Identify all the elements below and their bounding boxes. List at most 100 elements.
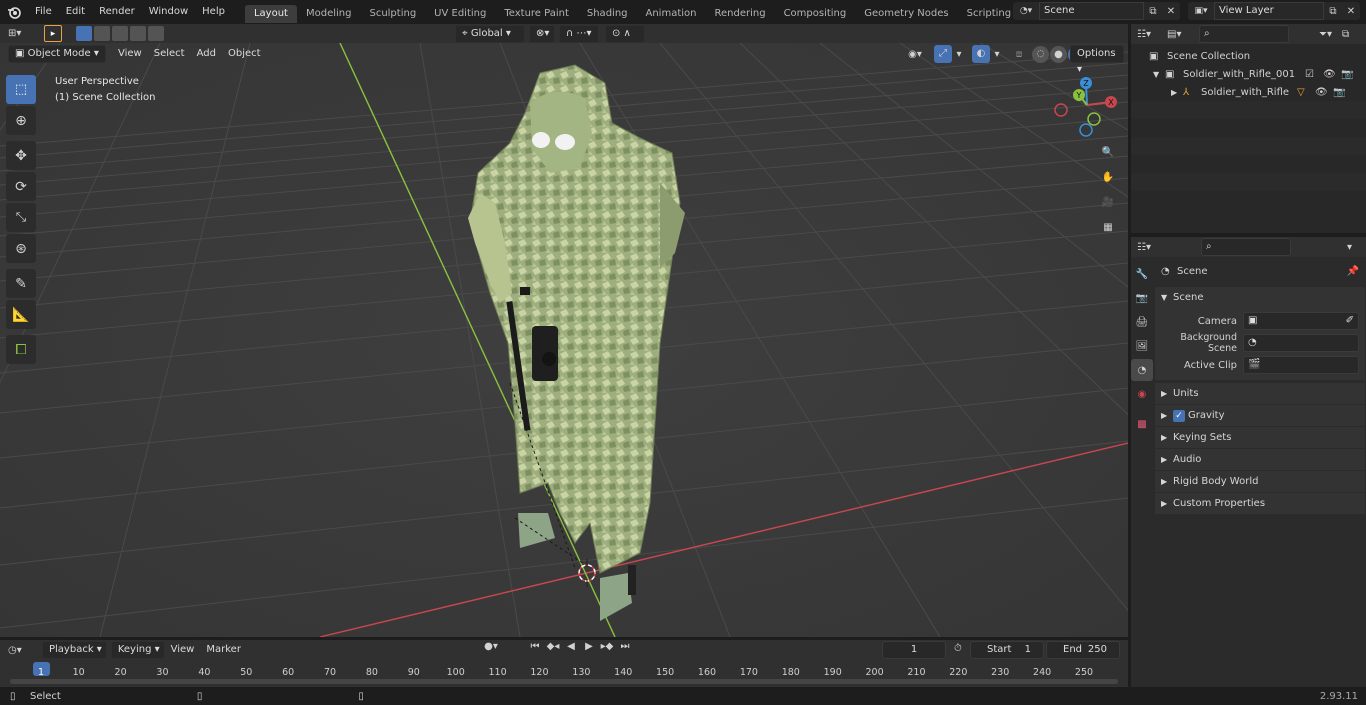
select-mode-intersect-icon[interactable] [148,26,164,41]
pin-icon[interactable]: 📌 [1347,266,1359,277]
scene-tab-icon[interactable]: ◔ [1131,359,1153,381]
tool-tab-icon[interactable]: 🔧 [1131,263,1153,285]
tab-shading[interactable]: Shading [578,5,637,23]
texture-tab-icon[interactable]: ▩ [1131,413,1153,435]
tab-modeling[interactable]: Modeling [297,5,361,23]
tool-measure[interactable]: 📐 [6,300,36,329]
camera-field[interactable]: ▣ ✐ [1243,312,1359,330]
scene-icon[interactable]: ◔▾ [1013,2,1039,20]
visibility-icon[interactable]: ◉▾ [902,49,928,60]
panel-gravity[interactable]: ▶ ✓ Gravity [1155,405,1365,426]
tab-animation[interactable]: Animation [637,5,706,23]
proportional-edit-dropdown[interactable]: ⊙ ∧ [605,25,645,43]
select-mode-subtract-icon[interactable] [112,26,128,41]
tool-cursor[interactable]: ⊕ [6,106,36,135]
select-mode-extend-icon[interactable] [94,26,110,41]
tool-scale[interactable]: ⤡ [6,203,36,232]
new-collection-icon[interactable]: ⧉ [1342,29,1349,40]
navigation-gizmo[interactable]: Z X Y [1050,74,1125,139]
outliner-editor-icon[interactable]: ☷▾ [1137,29,1163,40]
perspective-toggle-icon[interactable]: ▦ [1097,216,1119,238]
tab-texture-paint[interactable]: Texture Paint [495,5,578,23]
pivot-dropdown[interactable]: ⊗▾ [529,25,555,43]
gizmo-toggle-icon[interactable]: ⤢ [934,45,952,63]
outliner-row-scene-collection[interactable]: ▣ Scene Collection [1131,47,1366,65]
camera-view-icon[interactable]: 🎥 [1097,191,1119,213]
new-scene-icon[interactable]: ⧉ [1144,2,1162,20]
render-camera-icon[interactable]: 📷 [1333,87,1349,98]
outliner-row-object[interactable]: ▶ ⅄ Soldier_with_Rifle ▽ 👁 📷 [1131,83,1366,101]
panel-custom-properties[interactable]: ▶ Custom Properties [1155,493,1365,514]
select-tool-icon[interactable]: ▸ [44,25,62,42]
xray-toggle-icon[interactable]: ⧈ [1010,49,1028,60]
options-dropdown[interactable]: Options ▾ [1070,45,1124,75]
view-layer-field[interactable]: View Layer [1214,2,1324,20]
panel-keying-sets[interactable]: ▶ Keying Sets [1155,427,1365,448]
output-tab-icon[interactable]: 🖨 [1131,311,1153,333]
menu-edit[interactable]: Edit [59,0,92,24]
gizmo-neg-y-handle[interactable] [1087,112,1101,126]
gravity-checkbox[interactable]: ✓ [1173,409,1185,422]
select-mode-invert-icon[interactable] [130,26,146,41]
gizmo-neg-x-handle[interactable] [1054,103,1068,117]
tab-compositing[interactable]: Compositing [775,5,856,23]
panel-rigid-body-world[interactable]: ▶ Rigid Body World [1155,471,1365,492]
tab-layout[interactable]: Layout [244,4,297,23]
view-layer-icon[interactable]: ▣▾ [1188,2,1214,20]
scene-name-field[interactable]: Scene [1039,2,1144,20]
tool-add-cube[interactable]: ⧠ [6,335,36,364]
menu-file[interactable]: File [28,0,59,24]
timeline-scrollbar[interactable] [10,679,1118,684]
eyedropper-icon[interactable]: ✐ [1346,313,1354,329]
editor-type-icon[interactable]: ⊞▾ [8,28,36,39]
gizmo-neg-z-handle[interactable] [1079,123,1093,137]
render-tab-icon[interactable]: 📷 [1131,287,1153,309]
tab-sculpting[interactable]: Sculpting [360,5,425,23]
panel-audio[interactable]: ▶ Audio [1155,449,1365,470]
viewport-menu-add[interactable]: Add [191,45,222,63]
gizmo-dropdown-icon[interactable]: ▾ [952,49,966,60]
world-tab-icon[interactable]: ◉ [1131,383,1153,405]
eye-icon[interactable]: 👁 [1315,87,1333,98]
snap-dropdown[interactable]: ∩ ⋯▾ [559,25,599,43]
menu-window[interactable]: Window [142,0,195,24]
shading-solid-icon[interactable]: ● [1050,45,1067,63]
delete-scene-icon[interactable]: ✕ [1162,2,1180,20]
menu-help[interactable]: Help [195,0,232,24]
blender-logo-icon[interactable] [0,0,28,24]
properties-editor-icon[interactable]: ☷▾ [1137,242,1163,253]
tab-geometry-nodes[interactable]: Geometry Nodes [855,5,957,23]
exclude-checkbox-icon[interactable]: ☑ [1305,69,1323,80]
3d-viewport[interactable] [0,43,1128,637]
properties-options-icon[interactable]: ▾ [1347,242,1352,253]
tool-rotate[interactable]: ⟳ [6,172,36,201]
select-mode-new-icon[interactable] [76,26,92,41]
viewport-menu-view[interactable]: View [112,45,148,63]
delete-view-layer-icon[interactable]: ✕ [1342,2,1360,20]
orientation-dropdown[interactable]: ⌖ Global ▾ [455,25,525,43]
viewport-menu-select[interactable]: Select [148,45,191,63]
outliner-row-collection[interactable]: ▼ ▣ Soldier_with_Rifle_001 ☑ 👁 📷 [1131,65,1366,83]
panel-units[interactable]: ▶ Units [1155,383,1365,404]
tool-select-box[interactable]: ⬚ [6,75,36,104]
mode-dropdown[interactable]: ▣ Object Mode ▾ [8,45,106,63]
view-layer-tab-icon[interactable]: 🖼 [1131,335,1153,357]
menu-render[interactable]: Render [92,0,142,24]
panel-scene-header[interactable]: ▼ Scene [1155,287,1365,308]
shading-wireframe-icon[interactable]: ◌ [1032,45,1049,63]
tool-annotate[interactable]: ✎ [6,269,36,298]
expand-arrow-icon[interactable]: ▼ [1153,70,1165,79]
filter-icon[interactable]: ⏷▾ [1319,29,1332,40]
tab-scripting[interactable]: Scripting [958,5,1020,23]
outliner-search[interactable]: ⌕ [1199,25,1289,43]
pan-hand-icon[interactable]: ✋ [1097,166,1119,188]
background-scene-field[interactable]: ◔ [1243,334,1359,352]
overlay-dropdown-icon[interactable]: ▾ [990,49,1004,60]
active-clip-field[interactable]: 🎬 [1243,356,1359,374]
eye-icon[interactable]: 👁 [1323,69,1341,80]
properties-search[interactable]: ⌕ [1201,238,1291,256]
tab-uv-editing[interactable]: UV Editing [425,5,495,23]
render-camera-icon[interactable]: 📷 [1341,69,1357,80]
expand-arrow-icon[interactable]: ▶ [1171,88,1183,97]
viewport-menu-object[interactable]: Object [222,45,267,63]
